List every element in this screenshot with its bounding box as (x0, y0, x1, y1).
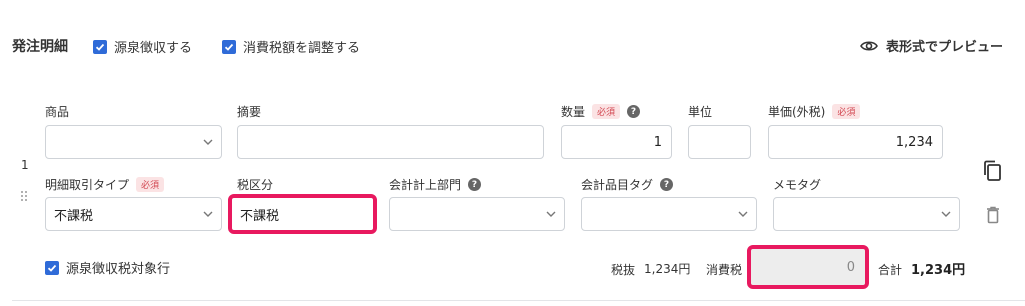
row-index: 1 (21, 158, 29, 172)
help-icon[interactable]: ? (468, 178, 482, 191)
product-label-text: 商品 (45, 105, 70, 119)
withholding-checkbox-row[interactable]: 源泉徴収する (93, 37, 192, 56)
unit-price-value: 1,234 (895, 134, 933, 150)
unit-input[interactable] (688, 125, 751, 159)
quantity-value: 1 (653, 134, 662, 150)
total-value: 1,234円 (911, 263, 966, 278)
department-select[interactable] (389, 197, 565, 231)
withholding-target-label: 源泉徴収税対象行 (66, 262, 171, 277)
checkbox-checked-icon (95, 43, 105, 51)
copy-icon[interactable] (983, 160, 1003, 186)
unit-price-label: 単価(外税) 必須 (768, 103, 861, 120)
memo-tag-select[interactable] (773, 197, 960, 231)
preview-table-button[interactable]: 表形式でプレビュー (860, 36, 1003, 55)
transaction-type-select[interactable]: 不課税 (45, 197, 222, 231)
tax-amount-input[interactable]: 0 (747, 245, 869, 289)
adjust-tax-checkbox-row[interactable]: 消費税額を調整する (222, 37, 360, 56)
section-title: 発注明細 (12, 39, 68, 55)
chevron-down-icon (203, 139, 213, 145)
trash-icon[interactable] (986, 206, 1000, 228)
memo-tag-label: メモタグ (773, 176, 821, 193)
unit-label-text: 単位 (688, 105, 713, 119)
product-select[interactable] (45, 125, 222, 159)
memo-tag-label-text: メモタグ (773, 178, 822, 192)
tax-label: 消費税 (706, 263, 743, 277)
preview-label: 表形式でプレビュー (885, 40, 1003, 55)
tax-category-select[interactable]: 不課税 (228, 194, 377, 234)
chevron-down-icon (203, 211, 213, 217)
required-badge: 必須 (832, 104, 861, 119)
account-item-tag-select[interactable] (581, 197, 757, 231)
summary-label-text: 摘要 (237, 105, 262, 119)
quantity-label: 数量 必須 ? (561, 103, 641, 120)
withholding-checkbox[interactable] (93, 39, 107, 54)
tax-category-value: 不課税 (240, 208, 280, 224)
adjust-tax-checkbox[interactable] (222, 39, 236, 54)
checkbox-checked-icon (47, 264, 57, 272)
unit-price-label-text: 単価(外税) (768, 105, 826, 119)
tax-category-label-text: 税区分 (237, 178, 274, 192)
unit-label: 単位 (688, 103, 712, 120)
total-label: 合計 (878, 263, 903, 277)
department-label-text: 会計計上部門 (389, 178, 462, 192)
withholding-target-checkbox[interactable] (45, 260, 59, 275)
unit-price-input[interactable]: 1,234 (768, 125, 943, 159)
quantity-label-text: 数量 (561, 105, 586, 119)
withholding-label: 源泉徴収する (114, 41, 193, 56)
checkbox-checked-icon (224, 43, 234, 51)
summary-input[interactable] (237, 125, 544, 159)
required-badge: 必須 (592, 104, 621, 119)
summary-label: 摘要 (237, 103, 261, 120)
eye-icon (860, 40, 878, 51)
help-icon[interactable]: ? (627, 105, 641, 118)
required-badge: 必須 (136, 177, 165, 192)
chevron-down-icon (941, 211, 951, 217)
transaction-type-label-text: 明細取引タイプ (45, 178, 130, 192)
pretax-label: 税抜 (611, 263, 636, 277)
row-divider (12, 300, 1025, 301)
quantity-input[interactable]: 1 (561, 125, 672, 159)
product-label: 商品 (45, 103, 69, 120)
transaction-type-label: 明細取引タイプ 必須 (45, 176, 165, 193)
chevron-down-icon (546, 211, 556, 217)
help-icon[interactable]: ? (660, 178, 674, 191)
pretax-value: 1,234円 (644, 262, 691, 276)
department-label: 会計計上部門 ? (389, 176, 482, 193)
chevron-down-icon (738, 211, 748, 217)
account-item-tag-label-text: 会計品目タグ (581, 178, 654, 192)
drag-handle-icon[interactable] (21, 186, 27, 205)
adjust-tax-label: 消費税額を調整する (243, 41, 361, 56)
tax-category-label: 税区分 (237, 176, 273, 193)
withholding-target-row[interactable]: 源泉徴収税対象行 (45, 258, 170, 277)
account-item-tag-label: 会計品目タグ ? (581, 176, 674, 193)
transaction-type-value: 不課税 (54, 208, 94, 224)
tax-amount-value: 0 (846, 259, 855, 275)
